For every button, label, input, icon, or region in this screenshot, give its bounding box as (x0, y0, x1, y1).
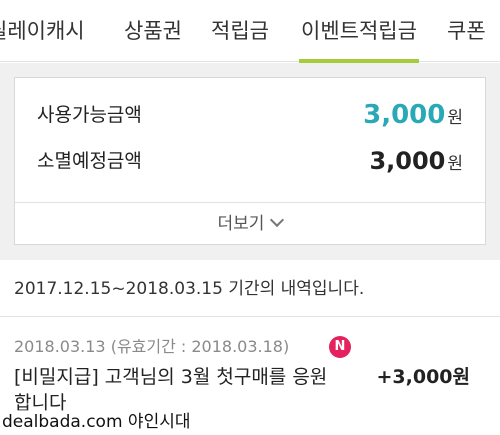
tab-points[interactable]: 적립금 (211, 0, 269, 62)
expiring-amount-row: 소멸예정금액 3,000 원 (37, 146, 463, 176)
available-amount-unit: 원 (447, 108, 463, 128)
new-badge: N (329, 336, 351, 358)
tab-event-points[interactable]: 이벤트적립금 (299, 0, 419, 63)
available-amount-label: 사용가능금액 (37, 104, 142, 126)
watermark: dealbada.com 야인시대 (2, 410, 195, 435)
more-button-label: 더보기 (217, 214, 265, 234)
period-notice: 2017.12.15~2018.03.15 기간의 내역입니다. (0, 261, 500, 317)
history-item-title: [비밀지급] 고객님의 3월 첫구매를 응원합니다 (14, 366, 328, 414)
tab-relay-cash[interactable]: 릴레이캐시 (0, 0, 85, 62)
tab-gift-card[interactable]: 상품권 (124, 0, 182, 62)
tab-bar: 릴레이캐시 상품권 적립금 이벤트적립금 쿠폰 (0, 0, 500, 63)
expiring-amount-number: 3,000 (369, 147, 446, 175)
expiring-amount-unit: 원 (447, 154, 463, 174)
available-amount-value: 3,000 원 (363, 100, 463, 133)
history-item-amount: +3,000원 (376, 366, 471, 388)
history-item-date: 2018.03.13 (유효기간 : 2018.03.18) (14, 337, 290, 356)
expiring-amount-label: 소멸예정금액 (37, 150, 142, 172)
more-button[interactable]: 더보기 (15, 203, 485, 245)
available-amount-row: 사용가능금액 3,000 원 (37, 100, 463, 130)
tab-coupon[interactable]: 쿠폰 (447, 0, 486, 62)
period-text: 2017.12.15~2018.03.15 기간의 내역입니다. (14, 279, 365, 299)
available-amount-number: 3,000 (363, 100, 446, 130)
chevron-down-icon (270, 212, 285, 228)
expiring-amount-value: 3,000 원 (369, 146, 463, 179)
summary-area: 사용가능금액 3,000 원 소멸예정금액 3,000 원 더보기 (0, 63, 500, 260)
summary-card: 사용가능금액 3,000 원 소멸예정금액 3,000 원 더보기 (14, 77, 486, 245)
